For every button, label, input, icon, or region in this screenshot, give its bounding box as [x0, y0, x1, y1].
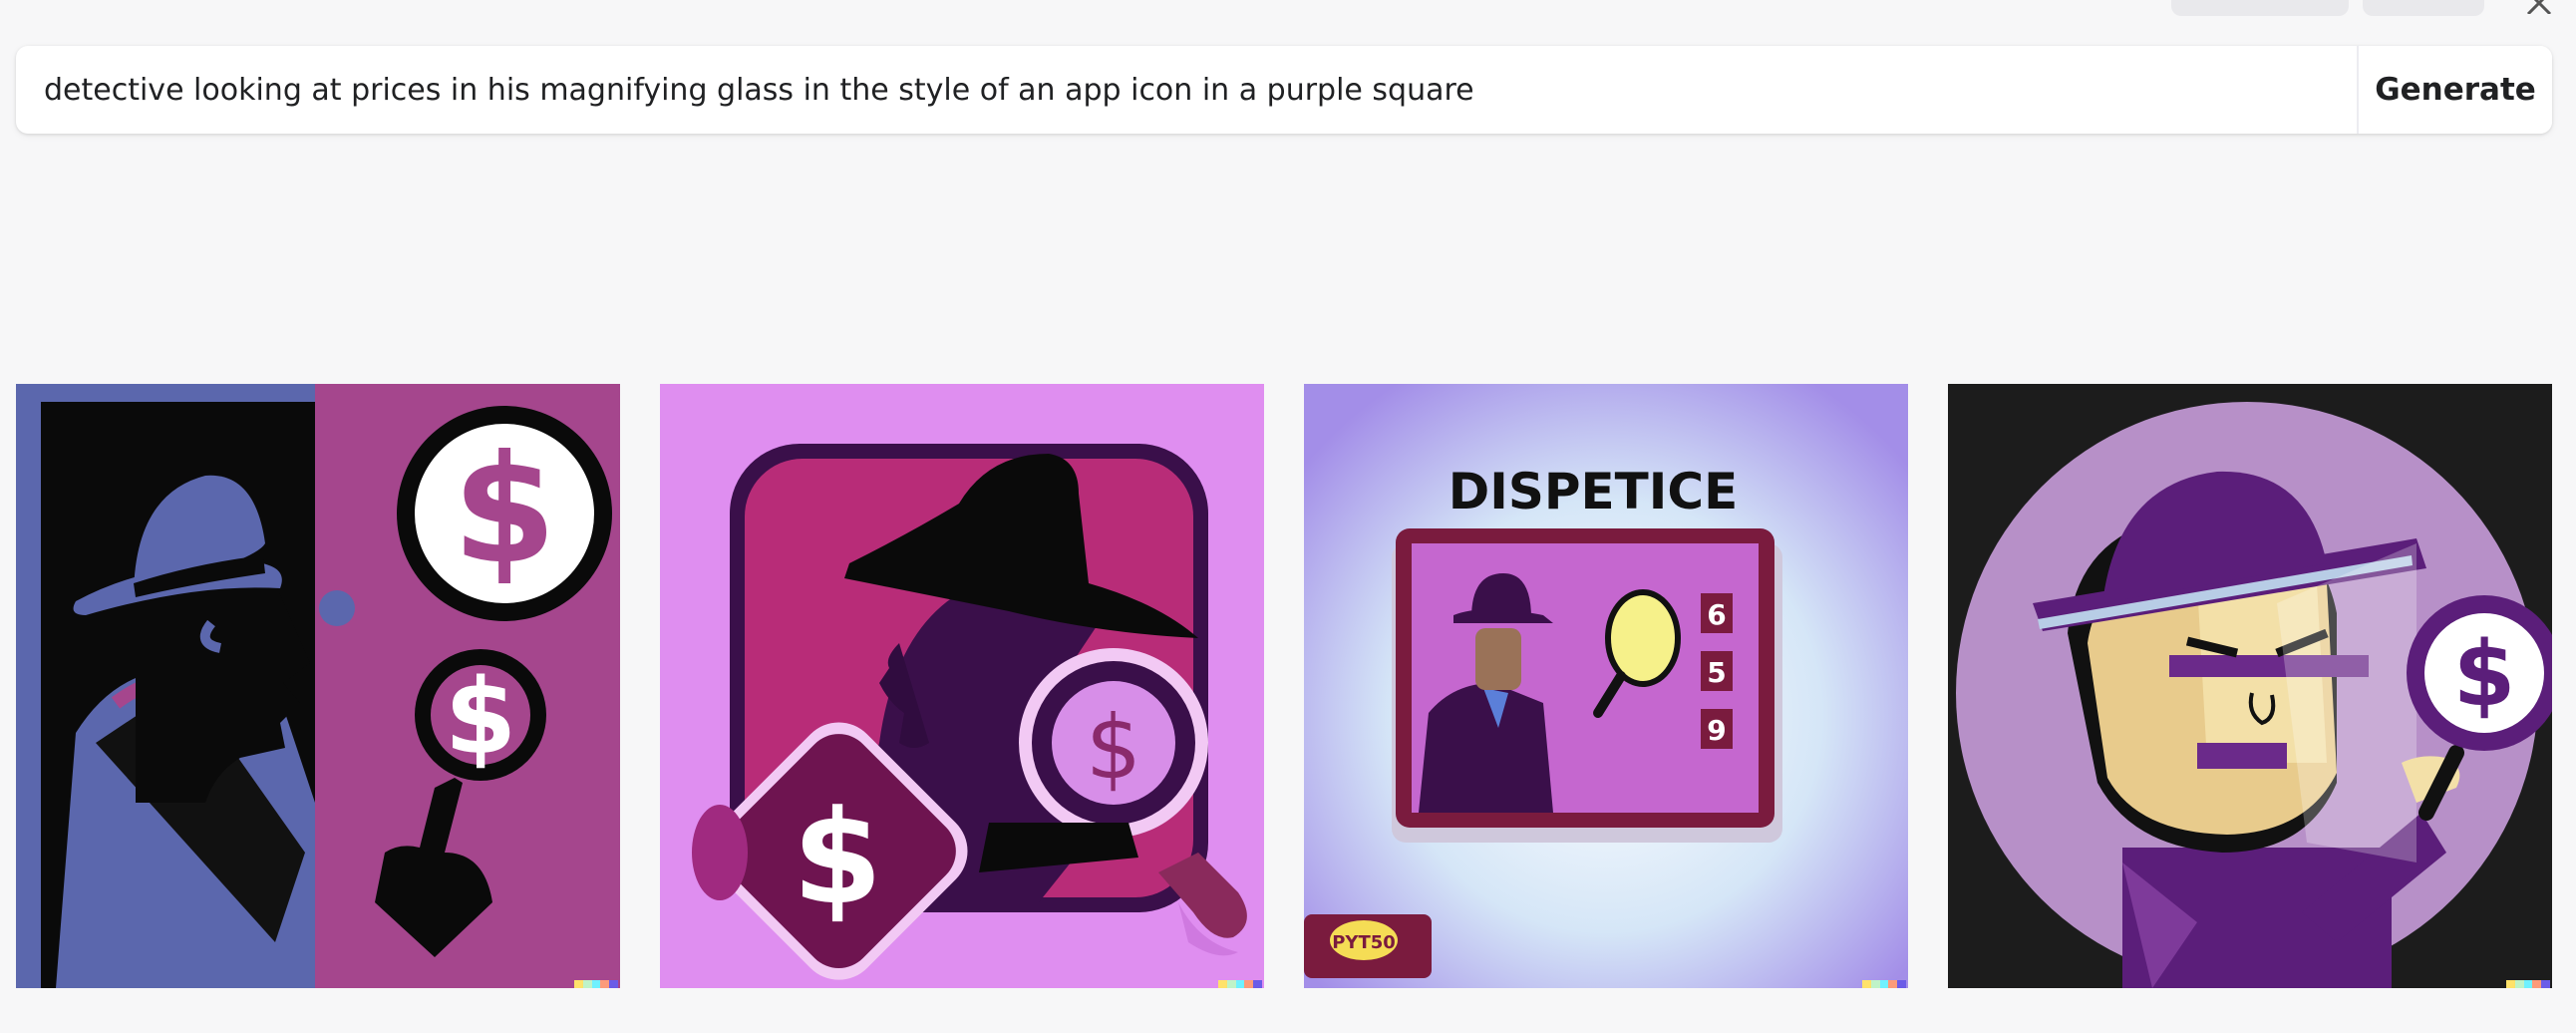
image-caption-text: DISPETICE — [1449, 463, 1738, 520]
result-image-2[interactable]: $ $ — [660, 384, 1264, 988]
top-control-stub[interactable] — [2171, 0, 2349, 16]
top-control-stub[interactable] — [2363, 0, 2484, 16]
result-image-3[interactable]: DISPETICE 6 5 9 ΡΥΤ50 — [1304, 384, 1908, 988]
prompt-bar: Generate — [16, 46, 2552, 134]
close-icon[interactable] — [2524, 0, 2554, 16]
dollar-sign-large: $ — [453, 424, 556, 597]
detective-screen-image: DISPETICE 6 5 9 ΡΥΤ50 — [1304, 384, 1908, 988]
result-image-4[interactable]: $ — [1948, 384, 2552, 988]
dollar-sign-diamond: $ — [793, 782, 882, 933]
dollar-sign-lens: $ — [1086, 696, 1141, 799]
digit-2: 5 — [1707, 656, 1726, 689]
digit-3: 9 — [1707, 714, 1726, 747]
detective-silhouette-image: $ $ — [16, 384, 620, 988]
prompt-input[interactable] — [16, 46, 2357, 134]
signature-mark — [574, 980, 618, 988]
generate-button[interactable]: Generate — [2357, 46, 2552, 134]
badge-text: ΡΥΤ50 — [1332, 932, 1396, 953]
result-image-1[interactable]: $ $ — [16, 384, 620, 988]
signature-mark — [1862, 980, 1906, 988]
digit-1: 6 — [1707, 598, 1726, 631]
dollar-sign-small: $ — [445, 656, 516, 778]
detective-character-image: $ — [1948, 384, 2552, 988]
signature-mark — [2506, 980, 2550, 988]
detective-app-icon-image: $ $ — [660, 384, 1264, 988]
signature-mark — [1218, 980, 1262, 988]
dollar-sign-lens: $ — [2453, 622, 2516, 727]
